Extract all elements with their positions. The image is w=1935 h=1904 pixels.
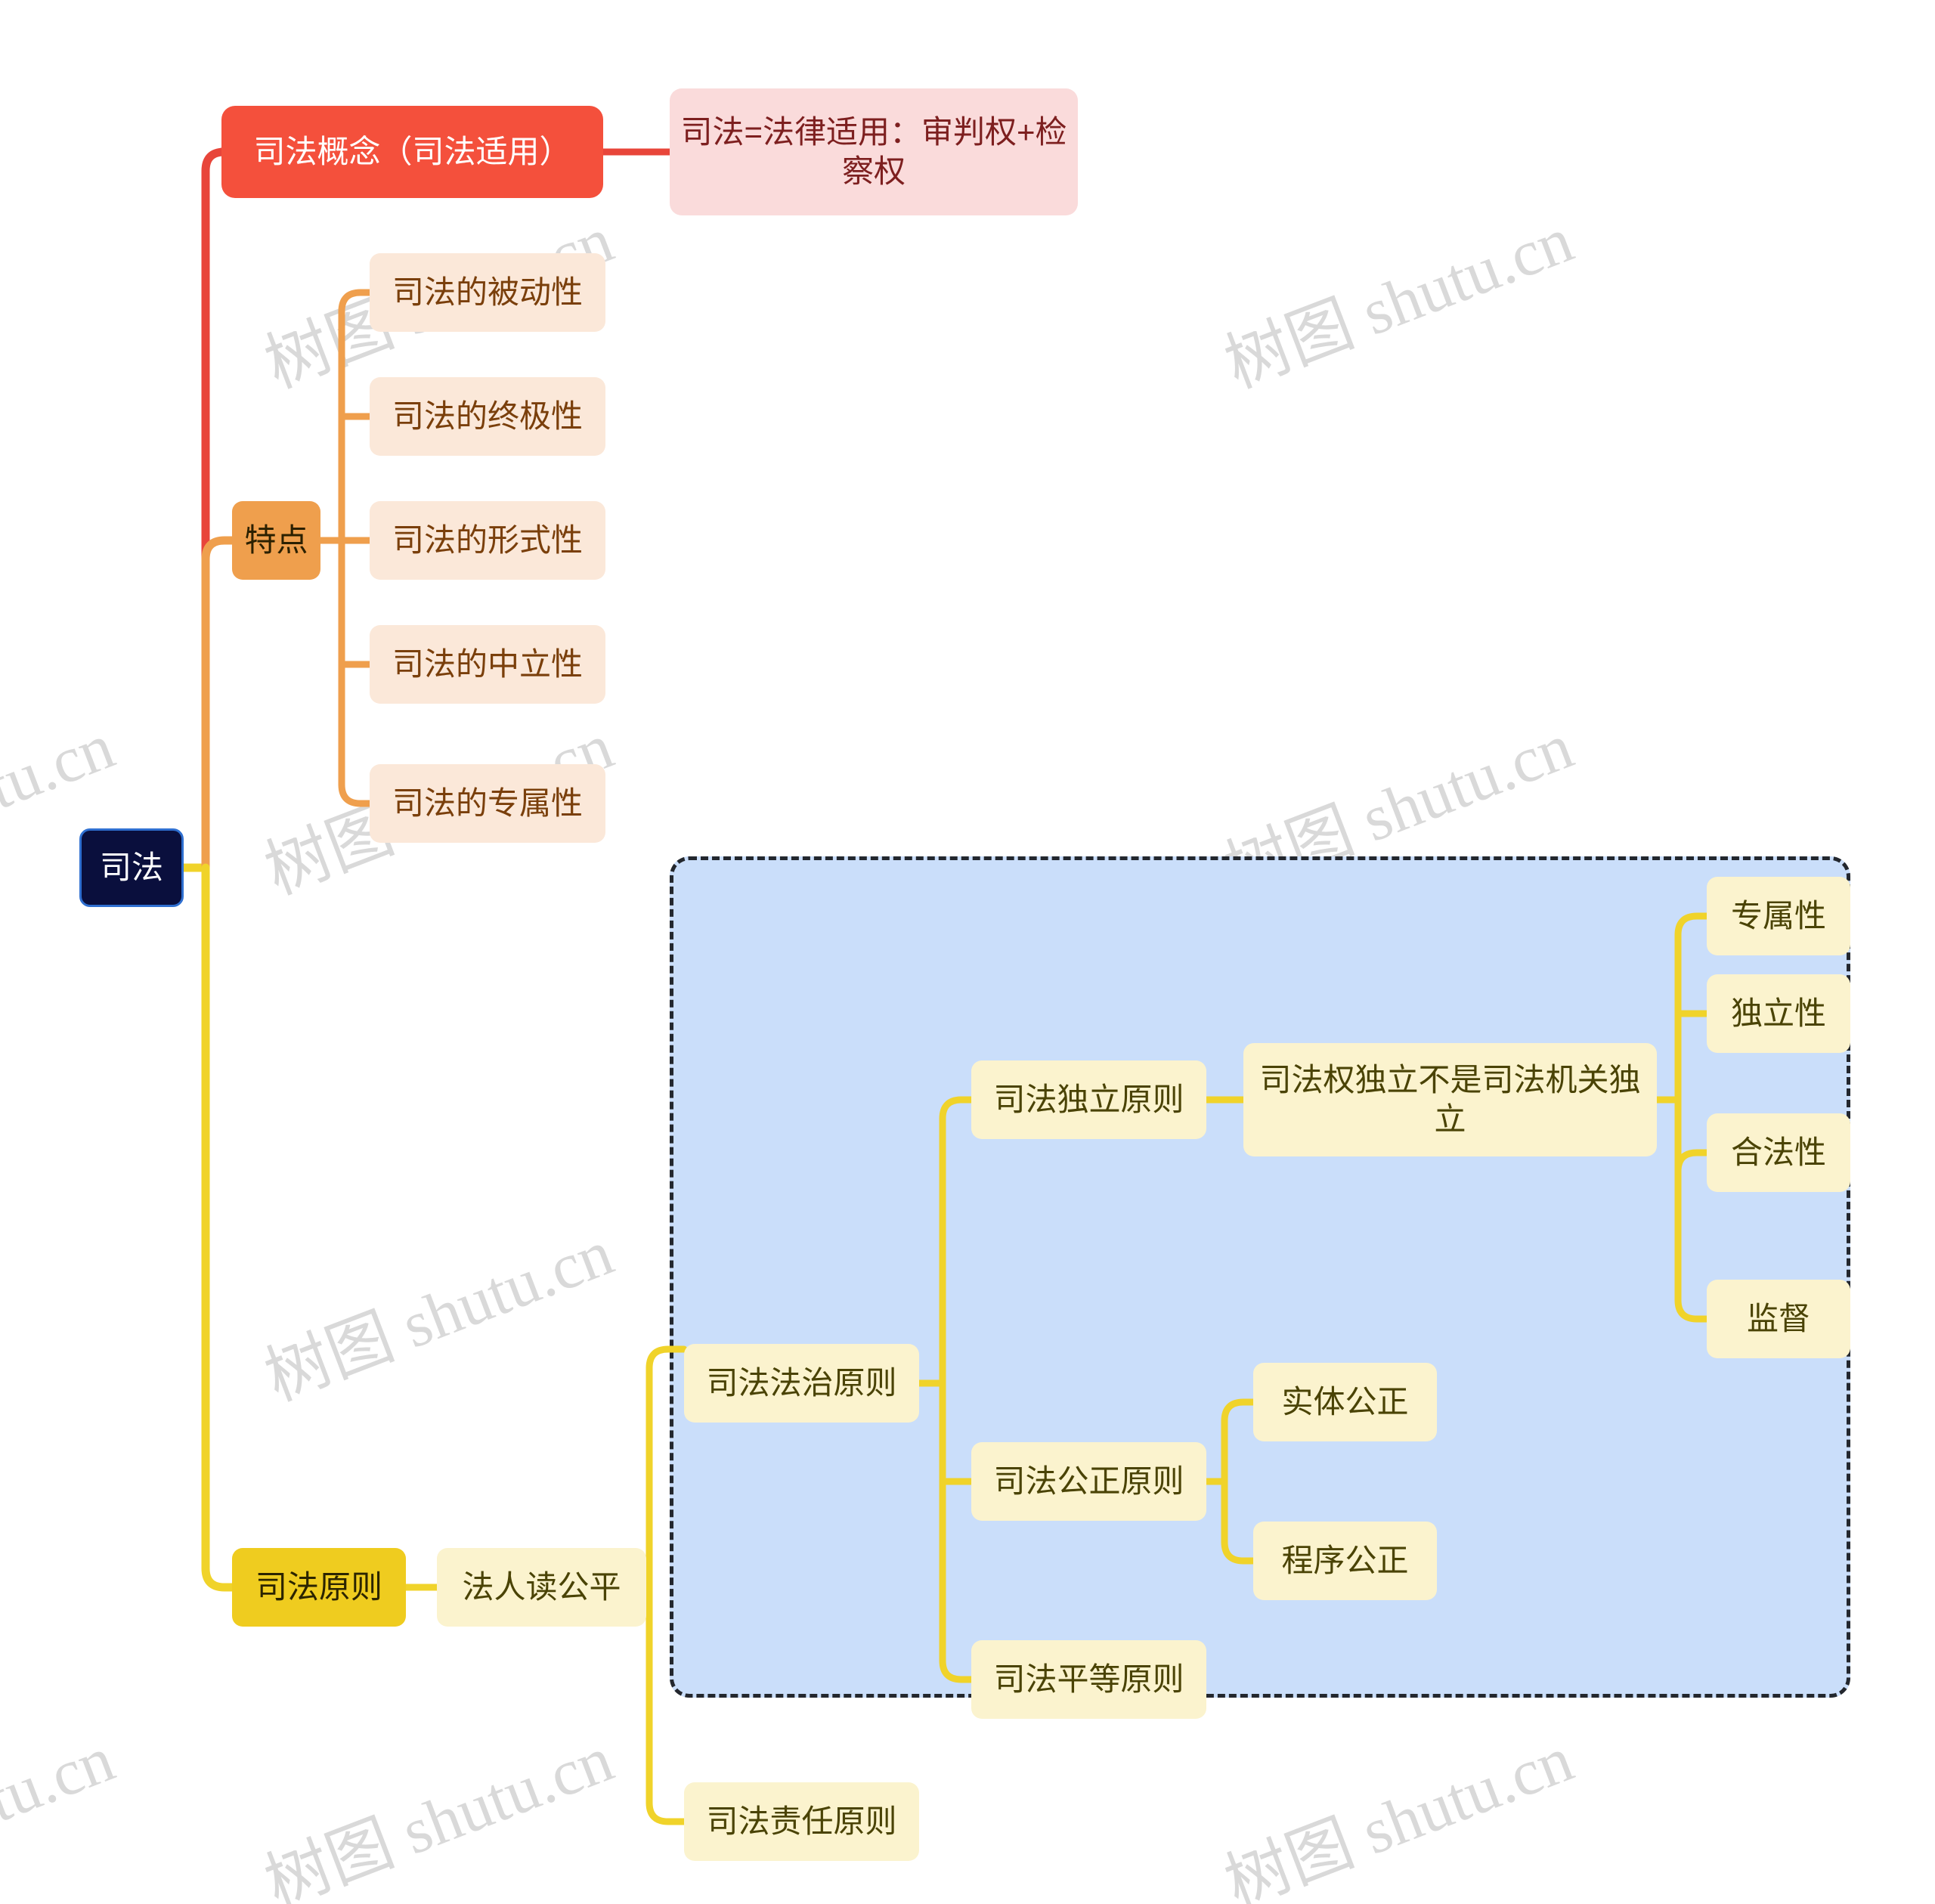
node-feature-finality[interactable]: 司法的终极性 bbox=[370, 377, 605, 456]
node-justice-substantive[interactable]: 实体公正 bbox=[1253, 1363, 1437, 1441]
node-root[interactable]: 司法 bbox=[79, 828, 184, 907]
mindmap-canvas: 树图 shutu.cn 树图 shutu.cn 树图 shutu.cn 树图 s… bbox=[0, 0, 1935, 1904]
link-to-responsibility bbox=[646, 1799, 688, 1825]
link-spine-concept bbox=[201, 147, 226, 872]
node-independence-item-legality[interactable]: 合法性 bbox=[1707, 1113, 1850, 1192]
node-equality[interactable]: 司法平等原则 bbox=[971, 1640, 1206, 1719]
node-independence-note[interactable]: 司法权独立不是司法机关独立 bbox=[1243, 1043, 1657, 1156]
node-feature-passivity[interactable]: 司法的被动性 bbox=[370, 253, 605, 332]
node-rule-of-law[interactable]: 司法法治原则 bbox=[684, 1344, 919, 1423]
link-spine-principles bbox=[201, 863, 237, 1592]
node-independence-item-independence[interactable]: 独立性 bbox=[1707, 974, 1850, 1053]
node-justice[interactable]: 司法公正原则 bbox=[971, 1442, 1206, 1521]
watermark-text: 树图 shutu.cn bbox=[255, 1722, 623, 1904]
node-independence-item-supervision[interactable]: 监督 bbox=[1707, 1280, 1850, 1358]
link-feature-1 bbox=[338, 289, 373, 315]
watermark-text: 树图 shutu.cn bbox=[0, 1722, 124, 1904]
node-independence-item-exclusivity[interactable]: 专属性 bbox=[1707, 877, 1850, 955]
node-feature-formality[interactable]: 司法的形式性 bbox=[370, 501, 605, 580]
node-features[interactable]: 特点 bbox=[232, 501, 320, 580]
node-independence[interactable]: 司法独立原则 bbox=[971, 1060, 1206, 1139]
node-concept[interactable]: 司法概念（司法适用） bbox=[221, 106, 603, 198]
node-principles[interactable]: 司法原则 bbox=[232, 1548, 406, 1627]
watermark-text: 树图 shutu.cn bbox=[1215, 1722, 1583, 1904]
watermark-text: 树图 shutu.cn bbox=[255, 1215, 623, 1415]
link-feature-5 bbox=[338, 781, 373, 807]
node-mnemonic[interactable]: 法人读公平 bbox=[437, 1548, 646, 1627]
node-feature-neutrality[interactable]: 司法的中立性 bbox=[370, 625, 605, 704]
node-feature-exclusivity[interactable]: 司法的专属性 bbox=[370, 764, 605, 843]
node-concept-detail[interactable]: 司法=法律适用：审判权+检察权 bbox=[670, 88, 1078, 215]
node-justice-procedural[interactable]: 程序公正 bbox=[1253, 1522, 1437, 1600]
link-spine-features bbox=[201, 536, 237, 872]
watermark-text: 树图 shutu.cn bbox=[1215, 203, 1583, 402]
node-responsibility[interactable]: 司法责任原则 bbox=[684, 1782, 919, 1861]
